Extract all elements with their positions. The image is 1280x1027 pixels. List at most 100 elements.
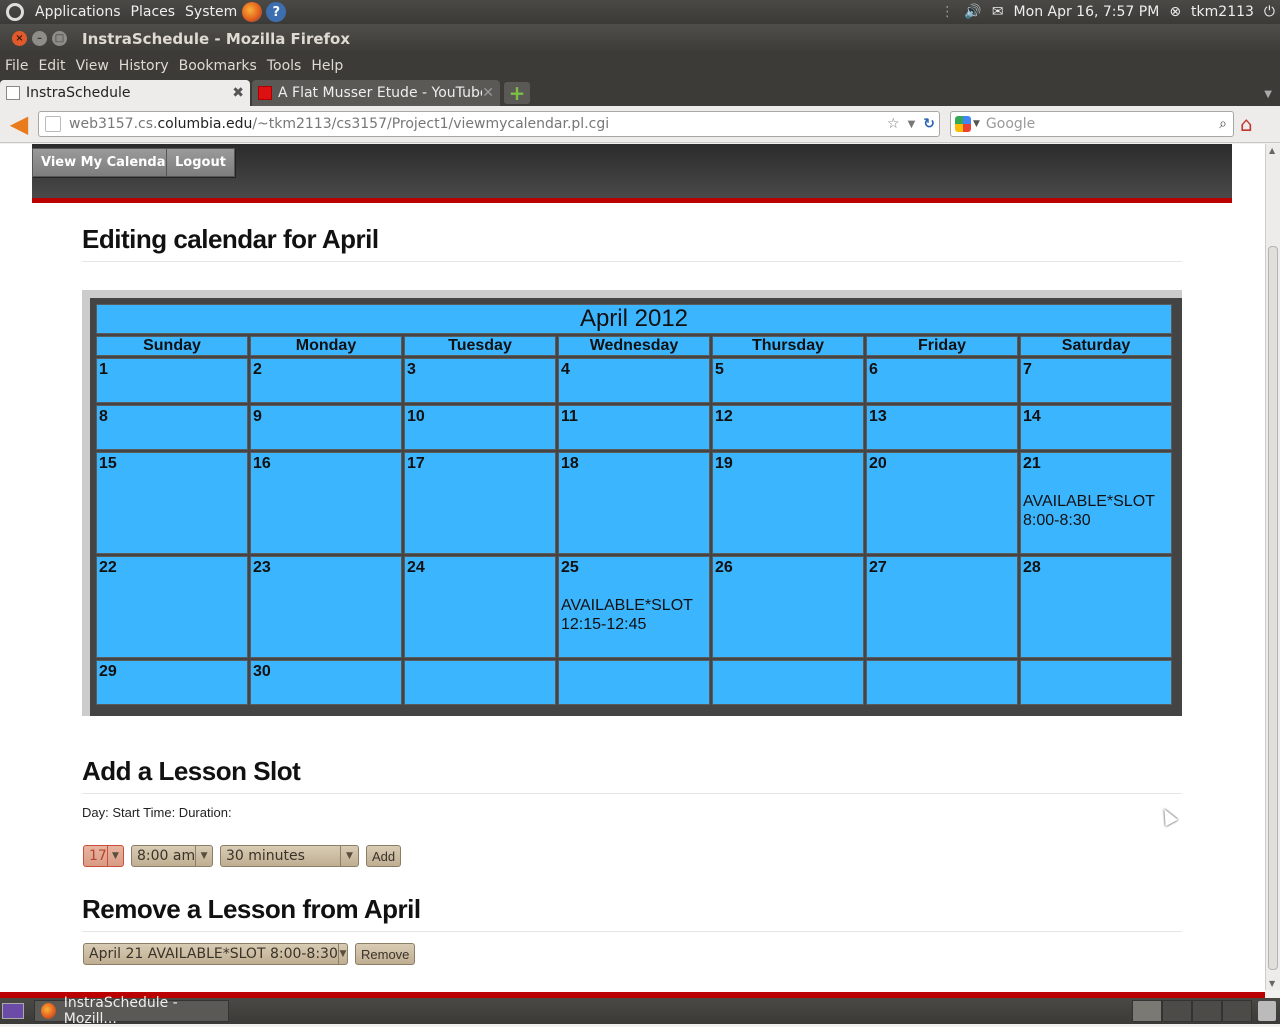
help-launcher-icon[interactable]: ? (266, 2, 287, 22)
scroll-down-icon[interactable]: ▼ (1269, 979, 1275, 988)
remove-lesson-value: April 21 AVAILABLE*SLOT 8:00-8:30 (89, 946, 338, 962)
remove-lesson-select[interactable]: April 21 AVAILABLE*SLOT 8:00-8:30 ▼ (83, 943, 348, 965)
calendar-frame: April 2012 Sunday Monday Tuesday Wednesday T… (82, 290, 1182, 716)
site-identity-icon[interactable] (45, 116, 61, 132)
add-slot-heading: Add a Lesson Slot (82, 756, 301, 786)
view-my-calendar-button[interactable]: View My Calendar (32, 148, 181, 177)
url-text[interactable]: web3157.cs.columbia.edu/~tkm2113/cs3157/… (69, 116, 883, 132)
day-number: 9 (253, 408, 262, 425)
back-icon[interactable]: ◀ (6, 110, 32, 138)
show-desktop-icon[interactable] (2, 1003, 24, 1019)
scrollbar-thumb[interactable] (1268, 246, 1278, 970)
menu-tools[interactable]: Tools (262, 58, 307, 74)
engine-dropdown-icon[interactable]: ▼ (973, 119, 980, 129)
history-dropdown-icon[interactable]: ▼ (908, 119, 916, 130)
lesson-slot: AVAILABLE*SLOT 8:00-8:30 (1023, 492, 1169, 530)
calendar-day-cell: 8 (96, 405, 248, 450)
menu-help[interactable]: Help (306, 58, 348, 74)
volume-icon[interactable]: 🔊 (959, 0, 986, 24)
chevron-down-icon: ▼ (340, 846, 358, 866)
calendar-day-cell: 14 (1020, 405, 1172, 450)
tab-youtube[interactable]: A Flat Musser Etude - YouTube ✕ (252, 80, 500, 106)
slot-time: 8:00-8:30 (1023, 512, 1091, 529)
user-menu[interactable]: tkm2113 (1186, 0, 1259, 24)
slot-status: AVAILABLE*SLOT (561, 597, 693, 614)
search-input[interactable]: Google (986, 116, 1219, 132)
menu-file[interactable]: File (0, 58, 33, 74)
workspace-4[interactable] (1222, 1000, 1252, 1022)
page-content: View My Calendar Logout Editing calendar… (0, 144, 1265, 990)
menubar: File Edit View History Bookmarks Tools H… (0, 53, 1280, 78)
tab-label: A Flat Musser Etude - YouTube (278, 85, 483, 101)
workspace-1[interactable] (1132, 1000, 1162, 1022)
weekday-header: Tuesday (404, 336, 556, 356)
calendar-day-cell: 11 (558, 405, 710, 450)
tab-instraschedule[interactable]: InstraSchedule ✖ (0, 80, 250, 106)
clock[interactable]: Mon Apr 16, 7:57 PM (1009, 0, 1165, 24)
window-minimize-icon[interactable]: – (32, 31, 47, 46)
weekday-header: Thursday (712, 336, 864, 356)
system-menu[interactable]: System (180, 0, 242, 24)
add-form-labels: Day: Start Time: Duration: (82, 805, 232, 820)
scroll-up-icon[interactable]: ▲ (1269, 146, 1275, 155)
google-engine-icon[interactable] (955, 116, 971, 132)
bookmark-star-icon[interactable]: ☆ (887, 116, 900, 132)
day-number: 23 (253, 559, 271, 576)
window-close-icon[interactable]: × (12, 31, 27, 46)
search-icon[interactable]: ⌕ (1219, 116, 1227, 132)
workspace-2[interactable] (1162, 1000, 1192, 1022)
ubuntu-logo-icon[interactable] (6, 3, 24, 21)
day-number: 8 (99, 408, 108, 425)
calendar-day-cell: 21 AVAILABLE*SLOT 8:00-8:30 (1020, 452, 1172, 554)
calendar-day-cell: 27 (866, 556, 1018, 658)
logout-button[interactable]: Logout (166, 148, 235, 177)
new-tab-icon[interactable]: + (504, 81, 530, 105)
calendar-day-cell: 15 (96, 452, 248, 554)
start-time-select[interactable]: 8:00 am ▼ (131, 845, 213, 867)
day-number: 28 (1023, 559, 1041, 576)
places-menu[interactable]: Places (126, 0, 181, 24)
page-scrollbar[interactable]: ▲ ▼ (1265, 144, 1280, 990)
menu-history[interactable]: History (114, 58, 174, 74)
menu-bookmarks[interactable]: Bookmarks (174, 58, 262, 74)
tab-list-icon[interactable]: ▼ (1264, 89, 1272, 100)
tab-bar: InstraSchedule ✖ A Flat Musser Etude - Y… (0, 78, 1280, 106)
remove-button[interactable]: Remove (355, 943, 416, 965)
menu-edit[interactable]: Edit (33, 58, 70, 74)
keyboard-indicator-icon[interactable]: ⋮ (935, 0, 959, 24)
user-status-icon[interactable]: ⊗ (1164, 0, 1186, 24)
calendar-day-cell: 29 (96, 660, 248, 705)
trash-icon[interactable] (1258, 1001, 1276, 1021)
power-icon[interactable]: ⏻ (1259, 0, 1280, 24)
tab-close-icon[interactable]: ✕ (482, 85, 494, 101)
menu-view[interactable]: View (71, 58, 114, 74)
site-header: View My Calendar Logout (32, 144, 1232, 203)
reload-icon[interactable]: ↻ (923, 116, 935, 132)
taskbar-firefox-button[interactable]: InstraSchedule - Mozill... (34, 995, 229, 1027)
window-maximize-icon[interactable]: □ (52, 31, 67, 46)
search-bar[interactable]: ▼ Google ⌕ (950, 111, 1234, 137)
calendar-day-cell (404, 660, 556, 705)
calendar-week-row: 8 9 10 11 12 13 14 (96, 405, 1172, 450)
applications-menu[interactable]: Applications (30, 0, 126, 24)
home-icon[interactable]: ⌂ (1240, 112, 1253, 136)
firefox-icon (41, 1003, 56, 1019)
page-icon (6, 86, 20, 100)
url-bar[interactable]: web3157.cs.columbia.edu/~tkm2113/cs3157/… (38, 111, 940, 137)
firefox-launcher-icon[interactable] (242, 2, 263, 22)
editing-heading: Editing calendar for April (82, 224, 379, 254)
mail-icon[interactable]: ✉ (987, 0, 1009, 24)
workspace-3[interactable] (1192, 1000, 1222, 1022)
day-number: 26 (715, 559, 733, 576)
calendar-day-cell: 26 (712, 556, 864, 658)
calendar-month-title: April 2012 (96, 304, 1172, 334)
tab-close-icon[interactable]: ✖ (232, 85, 244, 101)
day-number: 11 (561, 408, 578, 425)
add-button[interactable]: Add (366, 845, 402, 867)
day-select[interactable]: 17 ▼ (83, 845, 124, 867)
day-number: 7 (1023, 361, 1032, 378)
divider (82, 261, 1182, 262)
calendar-day-cell (1020, 660, 1172, 705)
duration-select[interactable]: 30 minutes ▼ (220, 845, 359, 867)
day-number: 5 (715, 361, 724, 378)
